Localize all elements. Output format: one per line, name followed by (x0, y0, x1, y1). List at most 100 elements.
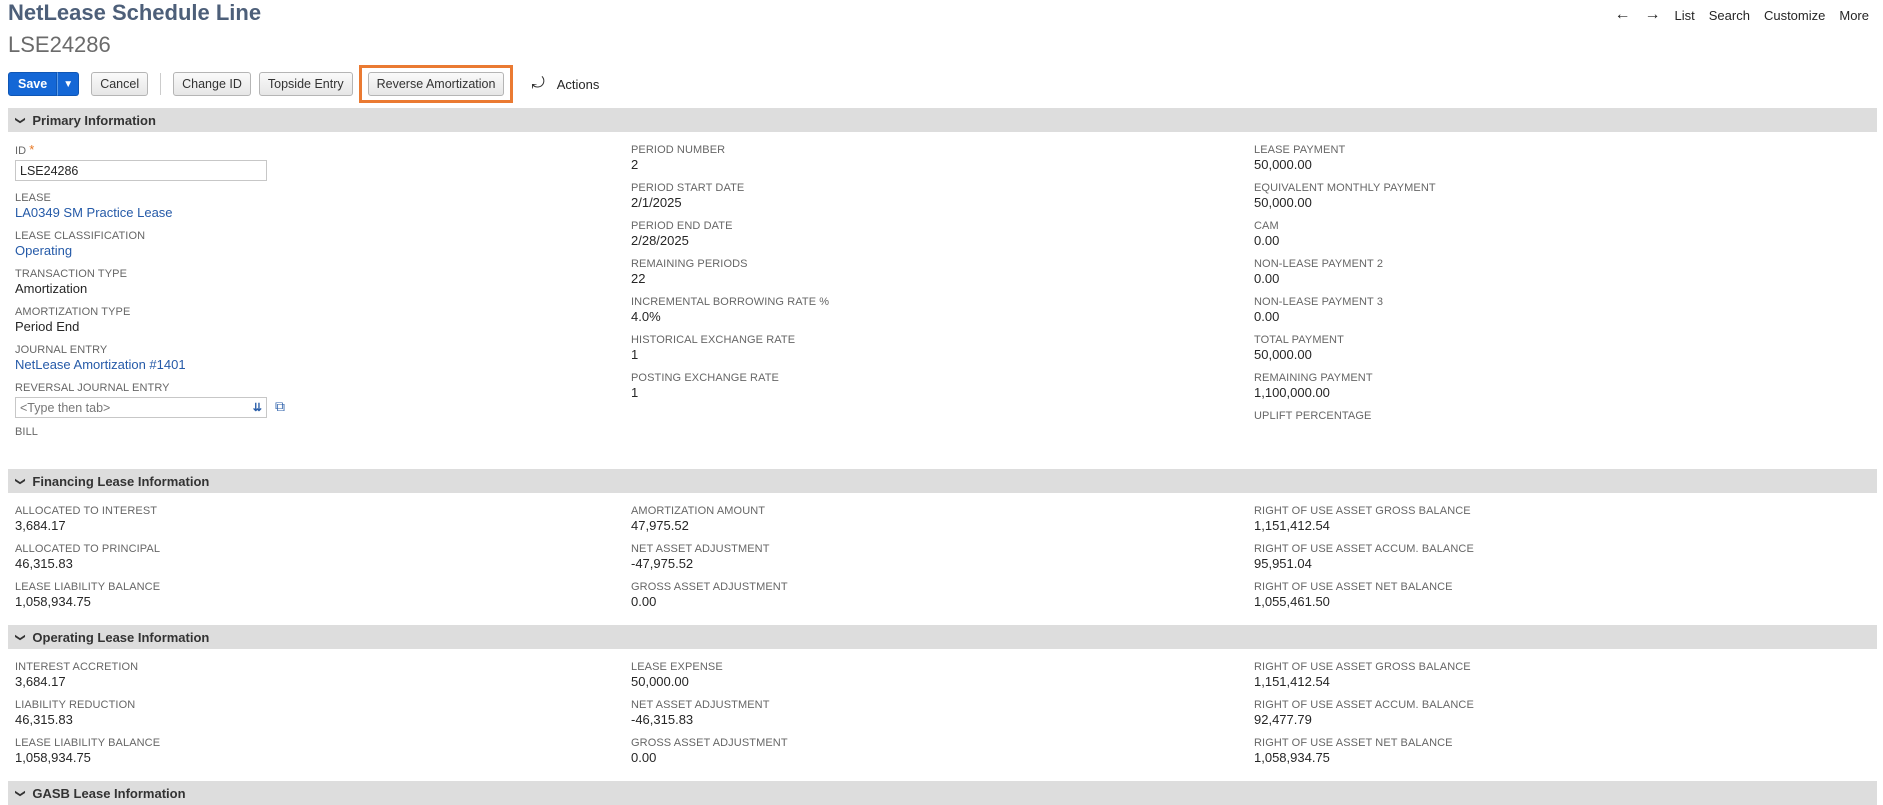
lease-classification-label: LEASE CLASSIFICATION (15, 230, 146, 242)
actions-icon[interactable]: ⤾ (531, 75, 544, 93)
lease-liability-balance-value: 1,058,934.75 (15, 594, 91, 609)
save-button[interactable]: Save (8, 72, 58, 96)
change-id-button[interactable]: Change ID (173, 72, 251, 96)
remaining-payment-label: REMAINING PAYMENT (1254, 372, 1373, 384)
ibr-value: 4.0% (631, 309, 661, 324)
topside-entry-button[interactable]: Topside Entry (258, 72, 353, 96)
amortization-type-value: Period End (15, 319, 80, 334)
chevron-down-icon: ❯ (14, 632, 26, 642)
period-end-date-label: PERIOD END DATE (631, 220, 733, 232)
gross-asset-adjustment-label: GROSS ASSET ADJUSTMENT (631, 581, 788, 593)
historical-exchange-rate-value: 1 (631, 347, 639, 362)
lease-classification-link[interactable]: Operating (15, 243, 285, 259)
operating-col-2: LEASE EXPENSE 50,000.00 NET ASSET ADJUSTM… (631, 660, 788, 774)
period-end-date-value: 2/28/2025 (631, 233, 689, 248)
period-start-date-label: PERIOD START DATE (631, 182, 745, 194)
journal-entry-label: JOURNAL ENTRY (15, 344, 108, 356)
id-label: ID (15, 145, 27, 157)
financing-col-1: ALLOCATED TO INTEREST 3,684.17 ALLOCATED … (15, 504, 160, 618)
lease-payment-value: 50,000.00 (1254, 157, 1312, 172)
section-primary-information[interactable]: ❯ Primary Information (8, 108, 1877, 132)
customize-link[interactable]: Customize (1764, 8, 1825, 23)
more-link[interactable]: More (1839, 8, 1869, 23)
rou-gross-balance-label: RIGHT OF USE ASSET GROSS BALANCE (1254, 505, 1471, 517)
section-title: Primary Information (32, 112, 156, 128)
rou-gross-balance-value: 1,151,412.54 (1254, 518, 1330, 533)
arrow-left-icon[interactable]: ← (1615, 6, 1631, 24)
cam-label: CAM (1254, 220, 1279, 232)
double-chevron-down-icon[interactable]: ⇊ (253, 401, 262, 414)
lease-link[interactable]: LA0349 SM Practice Lease (15, 205, 285, 221)
cam-value: 0.00 (1254, 233, 1280, 248)
section-title: Financing Lease Information (32, 473, 210, 489)
period-number-label: PERIOD NUMBER (631, 144, 726, 156)
lease-expense-value: 50,000.00 (631, 674, 689, 689)
field-label: ID * (15, 143, 285, 158)
reversal-journal-entry-label: REVERSAL JOURNAL ENTRY (15, 382, 170, 394)
section-title: Operating Lease Information (32, 629, 210, 645)
liability-reduction-value: 46,315.83 (15, 712, 73, 727)
interest-accretion-value: 3,684.17 (15, 674, 66, 689)
arrow-right-icon[interactable]: → (1645, 6, 1661, 24)
lease-liability-balance-value: 1,058,934.75 (15, 750, 91, 765)
record-id: LSE24286 (8, 32, 111, 57)
period-number-value: 2 (631, 157, 639, 172)
id-field[interactable] (15, 160, 267, 181)
liability-reduction-label: LIABILITY REDUCTION (15, 699, 136, 711)
toolbar: Save ▼ Cancel Change ID Topside Entry Re… (8, 65, 600, 103)
rou-gross-balance-label: RIGHT OF USE ASSET GROSS BALANCE (1254, 661, 1471, 673)
rou-accum-balance-value: 95,951.04 (1254, 556, 1312, 571)
save-dropdown-button[interactable]: ▼ (57, 72, 80, 96)
remaining-payment-value: 1,100,000.00 (1254, 385, 1330, 400)
toolbar-divider (160, 73, 162, 95)
reversal-placeholder: <Type then tab> (20, 400, 111, 415)
section-gasb-lease-information[interactable]: ❯ GASB Lease Information (8, 781, 1877, 805)
allocated-to-interest-value: 3,684.17 (15, 518, 66, 533)
section-financing-lease-information[interactable]: ❯ Financing Lease Information (8, 469, 1877, 493)
section-title: GASB Lease Information (32, 785, 186, 801)
total-payment-value: 50,000.00 (1254, 347, 1312, 362)
financing-col-3: RIGHT OF USE ASSET GROSS BALANCE 1,151,41… (1254, 504, 1474, 618)
reverse-amortization-button[interactable]: Reverse Amortization (367, 72, 505, 96)
chevron-down-icon: ❯ (14, 788, 26, 798)
non-lease-payment-2-value: 0.00 (1254, 271, 1280, 286)
net-asset-adjustment-label: NET ASSET ADJUSTMENT (631, 699, 770, 711)
lease-label: LEASE (15, 192, 51, 204)
rou-accum-balance-value: 92,477.79 (1254, 712, 1312, 727)
non-lease-payment-3-label: NON-LEASE PAYMENT 3 (1254, 296, 1384, 308)
allocated-to-interest-label: ALLOCATED TO INTEREST (15, 505, 158, 517)
journal-entry-link[interactable]: NetLease Amortization #1401 (15, 357, 285, 373)
operating-col-3: RIGHT OF USE ASSET GROSS BALANCE 1,151,41… (1254, 660, 1474, 774)
reversal-journal-entry-field[interactable]: <Type then tab> ⇊ (15, 397, 267, 418)
open-external-icon[interactable]: ⧉ (275, 398, 285, 415)
amortization-amount-value: 47,975.52 (631, 518, 689, 533)
equivalent-monthly-payment-value: 50,000.00 (1254, 195, 1312, 210)
lease-liability-balance-label: LEASE LIABILITY BALANCE (15, 737, 161, 749)
transaction-type-value: Amortization (15, 281, 88, 296)
allocated-to-principal-value: 46,315.83 (15, 556, 73, 571)
chevron-down-icon: ❯ (14, 476, 26, 486)
reversal-journal-entry-combo: <Type then tab> ⇊ ⧉ (15, 395, 285, 418)
remaining-periods-value: 22 (631, 271, 646, 286)
gross-asset-adjustment-value: 0.00 (631, 594, 657, 609)
primary-col-3: LEASE PAYMENT 50,000.00 EQUIVALENT MONTHL… (1254, 143, 1436, 447)
rou-net-balance-value: 1,058,934.75 (1254, 750, 1330, 765)
section-operating-lease-information[interactable]: ❯ Operating Lease Information (8, 625, 1877, 649)
net-asset-adjustment-label: NET ASSET ADJUSTMENT (631, 543, 770, 555)
search-link[interactable]: Search (1709, 8, 1750, 23)
financing-col-2: AMORTIZATION AMOUNT 47,975.52 NET ASSET A… (631, 504, 788, 618)
actions-menu[interactable]: Actions (557, 77, 600, 92)
amortization-type-label: AMORTIZATION TYPE (15, 306, 131, 318)
rou-accum-balance-label: RIGHT OF USE ASSET ACCUM. BALANCE (1254, 699, 1474, 711)
list-link[interactable]: List (1675, 8, 1695, 23)
posting-exchange-rate-value: 1 (631, 385, 639, 400)
historical-exchange-rate-label: HISTORICAL EXCHANGE RATE (631, 334, 796, 346)
rou-accum-balance-label: RIGHT OF USE ASSET ACCUM. BALANCE (1254, 543, 1474, 555)
rou-gross-balance-value: 1,151,412.54 (1254, 674, 1330, 689)
rou-net-balance-value: 1,055,461.50 (1254, 594, 1330, 609)
posting-exchange-rate-label: POSTING EXCHANGE RATE (631, 372, 779, 384)
cancel-button[interactable]: Cancel (91, 72, 149, 96)
lease-payment-label: LEASE PAYMENT (1254, 144, 1346, 156)
bill-label: BILL (15, 426, 39, 438)
interest-accretion-label: INTEREST ACCRETION (15, 661, 139, 673)
